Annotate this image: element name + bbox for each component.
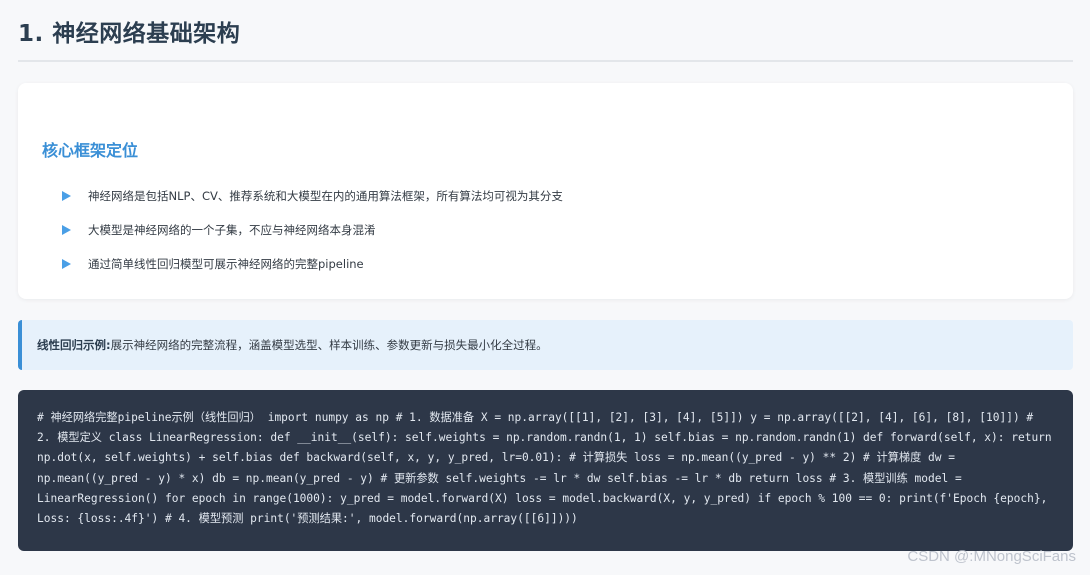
triangle-bullet-icon	[62, 191, 71, 201]
triangle-bullet-icon	[62, 225, 71, 235]
list-item: 神经网络是包括NLP、CV、推荐系统和大模型在内的通用算法框架，所有算法均可视为…	[62, 179, 563, 213]
bullet-text: 通过简单线性回归模型可展示神经网络的完整pipeline	[88, 257, 364, 271]
code-text[interactable]: # 神经网络完整pipeline示例（线性回归） import numpy as…	[37, 408, 1053, 529]
bullet-list: 神经网络是包括NLP、CV、推荐系统和大模型在内的通用算法框架，所有算法均可视为…	[62, 179, 563, 281]
note-text: 展示神经网络的完整流程，涵盖模型选型、样本训练、参数更新与损失最小化全过程。	[110, 338, 548, 352]
bullet-text: 神经网络是包括NLP、CV、推荐系统和大模型在内的通用算法框架，所有算法均可视为…	[88, 189, 563, 203]
watermark: CSDN @:MNongSciFans	[907, 548, 1076, 565]
title-divider	[18, 60, 1073, 62]
bullet-text: 大模型是神经网络的一个子集，不应与神经网络本身混淆	[88, 223, 376, 237]
card-heading: 核心框架定位	[42, 141, 139, 160]
list-item: 通过简单线性回归模型可展示神经网络的完整pipeline	[62, 247, 563, 281]
list-item: 大模型是神经网络的一个子集，不应与神经网络本身混淆	[62, 213, 563, 247]
page: 1. 神经网络基础架构 核心框架定位 神经网络是包括NLP、CV、推荐系统和大模…	[0, 0, 1090, 575]
note-label: 线性回归示例:	[37, 338, 111, 352]
section-title: 1. 神经网络基础架构	[18, 21, 241, 47]
linear-regression-note: 线性回归示例: 展示神经网络的完整流程，涵盖模型选型、样本训练、参数更新与损失最…	[18, 320, 1073, 370]
code-block[interactable]: # 神经网络完整pipeline示例（线性回归） import numpy as…	[18, 390, 1073, 551]
triangle-bullet-icon	[62, 259, 71, 269]
framework-card: 核心框架定位 神经网络是包括NLP、CV、推荐系统和大模型在内的通用算法框架，所…	[18, 83, 1073, 299]
